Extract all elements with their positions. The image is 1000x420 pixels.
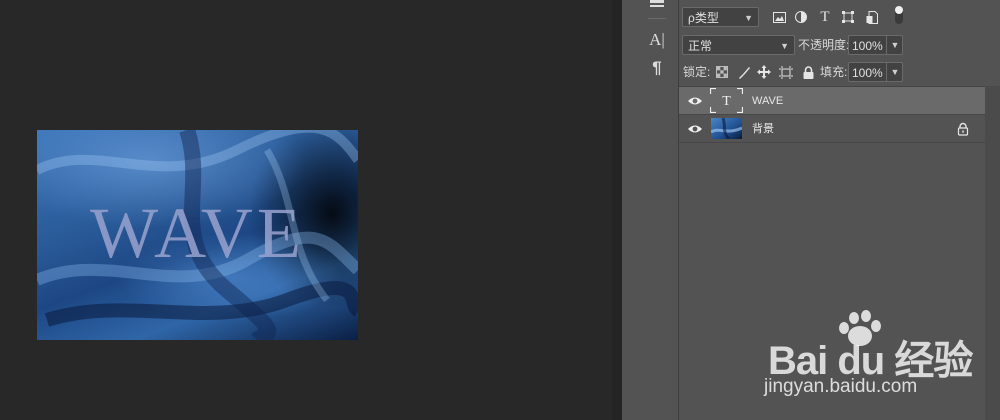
shape-filter-icon[interactable] [839, 8, 857, 26]
svg-text:T: T [722, 94, 731, 109]
lock-artboard-icon[interactable] [777, 63, 795, 81]
filter-kind-dropdown[interactable]: ρ类型 ▼ [682, 7, 759, 27]
chevron-down-icon: ▼ [744, 13, 753, 23]
layer-name[interactable]: WAVE [752, 87, 783, 115]
fill-field[interactable]: 100% ▼ [848, 62, 903, 82]
tool-separator [648, 18, 666, 19]
chevron-down-icon: ▼ [780, 41, 789, 51]
layer-row-background[interactable]: 背景 [679, 115, 985, 143]
canvas-text-layer[interactable]: WAVE [37, 192, 358, 275]
blend-mode-dropdown[interactable]: 正常 ▼ [682, 35, 795, 55]
lock-position-icon[interactable] [755, 63, 773, 81]
opacity-label: 不透明度: [798, 38, 850, 52]
lock-label: 锁定: [683, 65, 711, 79]
chevron-down-icon[interactable]: ▼ [886, 62, 903, 82]
layer-row-wave[interactable]: T WAVE [679, 87, 985, 115]
text-layer-thumbnail[interactable]: T [709, 87, 744, 114]
visibility-eye-icon[interactable] [687, 121, 703, 137]
layers-scrollbar[interactable] [985, 86, 1000, 420]
layer-name[interactable]: 背景 [752, 115, 774, 143]
layers-panel: ρ类型 ▼ T 正常 ▼ 不透明度: 100% ▼ 锁定: 填充: 100% ▼… [679, 0, 1000, 420]
paragraph-panel-icon[interactable]: ¶ [646, 57, 668, 79]
character-panel-icon[interactable]: A| [646, 29, 668, 51]
visibility-eye-icon[interactable] [687, 93, 703, 109]
panel-dock-column: A| ¶ [622, 0, 679, 420]
lock-image-icon[interactable] [735, 63, 753, 81]
opacity-field[interactable]: 100% ▼ [848, 35, 903, 55]
adjustment-filter-icon[interactable] [792, 8, 810, 26]
blend-row: 正常 ▼ 不透明度: 100% ▼ [679, 34, 1000, 56]
filter-kind-label: ρ类型 [688, 11, 719, 25]
lock-transparent-icon[interactable] [713, 63, 731, 81]
lock-all-icon[interactable] [799, 63, 817, 81]
lock-row: 锁定: 填充: 100% ▼ [679, 61, 1000, 83]
image-layer-thumbnail[interactable] [710, 117, 743, 141]
document-image[interactable]: WAVE [37, 130, 358, 340]
layer-filter-row: ρ类型 ▼ T [679, 6, 1000, 28]
blend-mode-value: 正常 [688, 39, 713, 53]
fill-label: 填充: [820, 65, 848, 79]
chevron-down-icon[interactable]: ▼ [886, 35, 903, 55]
image-filter-icon[interactable] [770, 8, 788, 26]
smart-object-filter-icon[interactable] [863, 8, 881, 26]
canvas-area[interactable]: WAVE [0, 0, 612, 420]
panel-divider [612, 0, 622, 420]
fill-value: 100% [852, 66, 883, 80]
history-panel-icon[interactable] [646, 0, 668, 10]
type-filter-icon[interactable]: T [816, 8, 834, 26]
opacity-value: 100% [852, 39, 883, 53]
lock-icon [957, 122, 969, 136]
filter-toggle-icon[interactable] [890, 6, 908, 24]
